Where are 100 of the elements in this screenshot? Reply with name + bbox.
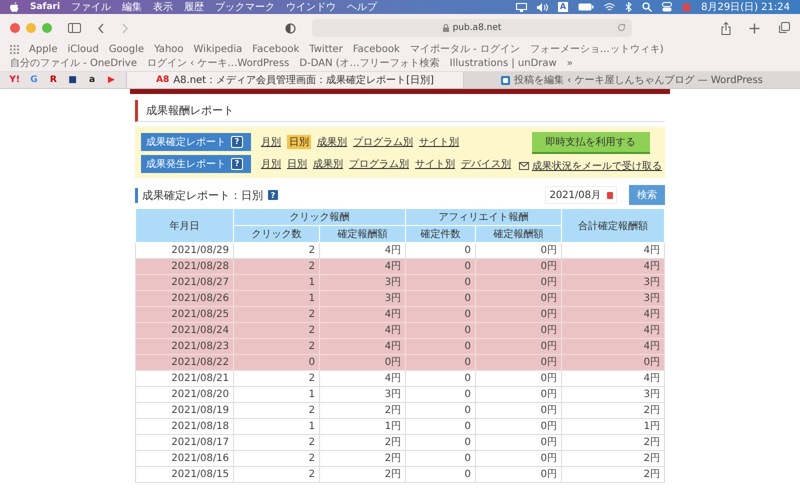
mail-report-link[interactable]: 成果状況をメールで受け取る — [532, 159, 662, 173]
column-header: クリック数 — [234, 226, 320, 242]
bookmark-link[interactable]: Twitter — [309, 43, 343, 56]
tab-favicon-icon — [501, 76, 510, 84]
period-link[interactable]: サイト別 — [419, 134, 459, 148]
bookmark-link[interactable]: iCloud — [67, 43, 99, 56]
address-bar[interactable]: pub.a8.net — [312, 19, 632, 37]
bookmark-link[interactable]: Illustrations | unDraw — [450, 57, 557, 70]
back-icon[interactable] — [97, 22, 105, 34]
table-cell: 4円 — [562, 338, 664, 354]
table-cell: 0円 — [475, 450, 562, 466]
input-source-indicator[interactable]: A — [558, 2, 568, 12]
menu-item[interactable]: 履歴 — [184, 0, 204, 14]
table-cell: 0円 — [475, 338, 562, 354]
table-cell: 0 — [406, 354, 476, 370]
table-cell: 0円 — [475, 402, 562, 418]
table-cell: 4円 — [320, 322, 406, 338]
bookmark-link[interactable]: フォーメーショ…ットウィキ) — [530, 43, 664, 56]
speaker-icon[interactable] — [536, 2, 548, 12]
table-cell: 2 — [234, 370, 320, 386]
pinned-tab[interactable]: ■ — [66, 75, 80, 85]
table-cell: 2 — [234, 434, 320, 450]
grid-icon[interactable] — [10, 45, 19, 54]
search-button[interactable]: 検索 — [629, 185, 665, 205]
menu-clock[interactable]: 8月29日(日) 21:24 — [701, 0, 790, 14]
column-group-header: クリック報酬 — [234, 208, 406, 226]
pinned-tab[interactable]: R — [46, 75, 60, 85]
date-cell: 2021/08/24 — [136, 322, 234, 338]
bookmark-link[interactable]: Facebook — [352, 43, 400, 56]
menu-item[interactable]: 編集 — [122, 0, 142, 14]
table-cell: 4円 — [320, 258, 406, 274]
plus-icon[interactable] — [749, 22, 760, 34]
bookmark-link[interactable]: Facebook — [252, 43, 300, 56]
bookmark-link[interactable]: D-DAN (オ…フリーフォト検索 — [299, 57, 440, 70]
bookmark-link[interactable]: 自分のファイル - OneDrive — [10, 57, 137, 70]
table-cell: 0 — [406, 338, 476, 354]
table-cell: 4円 — [320, 338, 406, 354]
instant-payment-button[interactable]: 即時支払を利用する — [532, 132, 650, 154]
period-link[interactable]: デバイス別 — [461, 156, 511, 170]
date-cell: 2021/08/26 — [136, 290, 234, 306]
pinned-tab[interactable]: G — [27, 75, 41, 85]
bookmark-link[interactable]: Google — [108, 43, 144, 56]
table-cell: 0円 — [475, 434, 562, 450]
bookmark-link[interactable]: Yahoo — [154, 43, 184, 56]
reload-icon[interactable] — [617, 23, 626, 32]
period-link[interactable]: 月別 — [261, 156, 281, 170]
share-icon[interactable] — [721, 22, 731, 34]
period-link[interactable]: 成果別 — [317, 134, 347, 148]
table-cell: 0円 — [475, 370, 562, 386]
control-center-icon[interactable] — [662, 2, 672, 12]
period-link[interactable]: プログラム別 — [353, 134, 413, 148]
help-icon[interactable]: ? — [231, 158, 243, 170]
table-cell: 3円 — [320, 290, 406, 306]
period-link[interactable]: 日別 — [287, 134, 311, 148]
sidebar-icon[interactable] — [68, 23, 81, 33]
menu-item[interactable]: 表示 — [153, 0, 174, 14]
browser-tab[interactable]: 投稿を編集 ‹ ケーキ屋しんちゃんブログ — WordPress — [463, 72, 800, 88]
table-cell: 2 — [234, 402, 320, 418]
date-cell: 2021/08/15 — [136, 466, 234, 482]
privacy-shield-icon[interactable] — [285, 22, 296, 34]
table-cell: 0円 — [475, 290, 562, 306]
period-link[interactable]: サイト別 — [415, 156, 455, 170]
table-cell: 0円 — [475, 466, 562, 482]
close-button[interactable] — [10, 23, 20, 33]
menu-item[interactable]: ファイル — [71, 0, 112, 14]
battery-icon[interactable] — [578, 3, 594, 11]
bookmark-link[interactable]: Apple — [29, 43, 58, 56]
pinned-tab[interactable]: a — [85, 75, 99, 85]
date-cell: 2021/08/16 — [136, 450, 234, 466]
display-icon[interactable] — [516, 2, 527, 12]
lock-icon — [442, 24, 449, 32]
bluetooth-icon[interactable] — [625, 2, 632, 12]
table-cell: 0円 — [475, 354, 562, 370]
date-cell: 2021/08/27 — [136, 274, 234, 290]
period-link[interactable]: プログラム別 — [349, 156, 409, 170]
table-cell: 4円 — [320, 370, 406, 386]
menu-item[interactable]: ブックマーク — [215, 0, 276, 14]
period-link[interactable]: 月別 — [261, 134, 281, 148]
menu-item[interactable]: ヘルプ — [347, 0, 378, 14]
help-icon[interactable]: ? — [231, 136, 243, 148]
pinned-tab[interactable]: Y! — [8, 75, 22, 85]
menu-item[interactable]: ウインドウ — [286, 0, 336, 14]
tab-overview-icon[interactable] — [778, 22, 790, 34]
help-icon[interactable]: ? — [267, 189, 279, 201]
bookmarks-overflow-button[interactable]: » — [566, 57, 573, 70]
wifi-icon[interactable] — [604, 2, 616, 12]
menu-app-name[interactable]: Safari — [30, 2, 60, 12]
search-icon[interactable] — [642, 2, 652, 12]
bookmark-link[interactable]: Wikipedia — [194, 43, 242, 56]
bookmark-link[interactable]: ログイン ‹ ケーキ…WordPress — [147, 57, 290, 70]
bookmark-link[interactable]: マイポータル - ログイン — [410, 43, 520, 56]
period-link[interactable]: 日別 — [287, 156, 307, 170]
page-title: 成果報酬レポート — [135, 100, 665, 122]
pinned-tab[interactable]: ▶ — [104, 75, 118, 85]
apple-logo-icon[interactable] — [10, 2, 19, 12]
month-select[interactable]: 2021/08月 — [545, 186, 617, 204]
table-cell: 0 — [234, 354, 320, 370]
period-link[interactable]: 成果別 — [313, 156, 343, 170]
browser-tab[interactable]: A8 A8.net：メディア会員管理画面：成果確定レポート[日別] — [126, 72, 463, 88]
table-cell: 2円 — [320, 402, 406, 418]
